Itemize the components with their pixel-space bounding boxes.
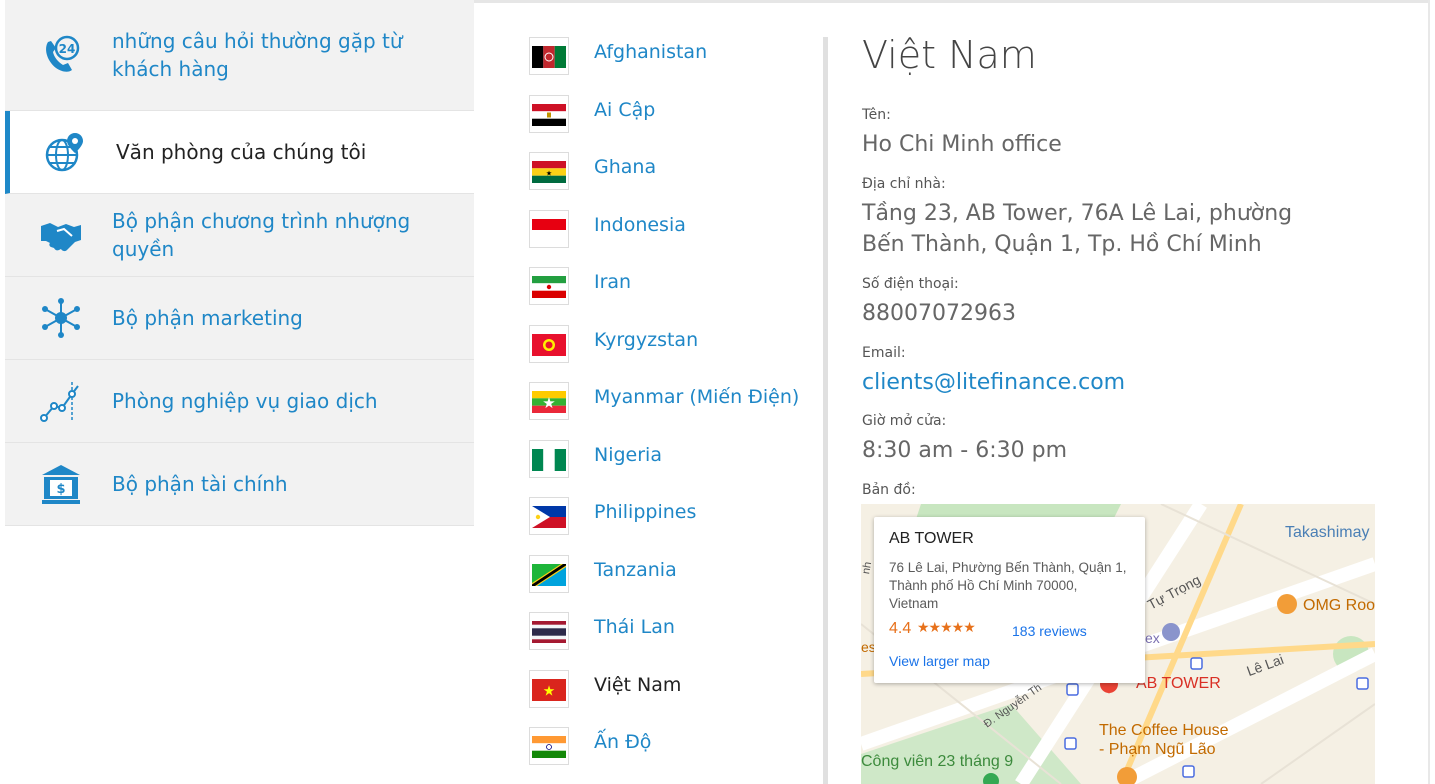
map-label-park: Công viên 23 tháng 9 bbox=[861, 753, 1014, 770]
country-item-vietnam[interactable]: ★ Việt Nam bbox=[528, 670, 818, 708]
flag-thailand-icon bbox=[529, 612, 569, 650]
map-label-coffee-line1: The Coffee House bbox=[1099, 722, 1229, 739]
country-name: Iran bbox=[594, 271, 632, 293]
flag-vietnam-icon: ★ bbox=[529, 670, 569, 708]
phone-24-icon: 24 bbox=[46, 35, 80, 72]
flag-ghana-icon: ★ bbox=[529, 152, 569, 190]
country-name: Tanzania bbox=[594, 559, 677, 581]
country-item-thailand[interactable]: Thái Lan bbox=[528, 612, 818, 650]
popup-title: AB TOWER bbox=[889, 530, 974, 547]
map-label: Bản đồ: bbox=[862, 482, 916, 498]
country-item-kyrgyzstan[interactable]: Kyrgyzstan bbox=[528, 325, 818, 363]
svg-text:★: ★ bbox=[546, 170, 552, 178]
view-larger-map-link[interactable]: View larger map bbox=[889, 653, 990, 669]
hours-label: Giờ mở cửa: bbox=[862, 413, 947, 429]
country-name: Kyrgyzstan bbox=[594, 329, 699, 351]
office-address: Tầng 23, AB Tower, 76A Lê Lai, phường Bế… bbox=[862, 201, 1293, 257]
sidebar-item-label: những câu hỏi thường gặp từ khách hàng bbox=[112, 29, 403, 81]
sidebar-item-finance[interactable]: $ Bộ phận tài chính bbox=[5, 443, 474, 526]
handshake-icon bbox=[41, 223, 81, 252]
name-label: Tên: bbox=[862, 107, 891, 123]
chart-line-icon bbox=[40, 382, 79, 422]
department-sidebar: 24 những câu hỏi thường gặp từ khách hàn… bbox=[5, 0, 474, 526]
office-map[interactable]: Takashimay Tự Trọng OMG Roo Lê Lai AB TO… bbox=[861, 504, 1375, 784]
flag-egypt-icon bbox=[529, 95, 569, 133]
sidebar-item-trading[interactable]: Phòng nghiệp vụ giao dịch bbox=[5, 360, 474, 443]
country-item-philippines[interactable]: Philippines bbox=[528, 497, 818, 535]
sidebar-item-faq[interactable]: 24 những câu hỏi thường gặp từ khách hàn… bbox=[5, 0, 474, 111]
flag-indonesia-icon bbox=[529, 210, 569, 248]
country-item-tanzania[interactable]: Tanzania bbox=[528, 555, 818, 593]
country-item-myanmar[interactable]: ★ Myanmar (Miến Điện) bbox=[528, 382, 818, 420]
sidebar-item-label: Bộ phận tài chính bbox=[112, 472, 288, 496]
flag-afghanistan-icon bbox=[529, 37, 569, 75]
country-item-afghanistan[interactable]: Afghanistan bbox=[528, 37, 818, 75]
map-label-coffee-line2: - Phạm Ngũ Lão bbox=[1099, 741, 1216, 758]
phone-label: Số điện thoại: bbox=[862, 276, 959, 292]
country-name: Ấn Độ bbox=[594, 731, 652, 753]
flag-myanmar-icon: ★ bbox=[529, 382, 569, 420]
map-info-popup: AB TOWER 76 Lê Lai, Phường Bến Thành, Qu… bbox=[874, 517, 1145, 683]
office-name: Ho Chi Minh office bbox=[862, 132, 1062, 157]
country-name: Ghana bbox=[594, 156, 657, 178]
popup-address: 76 Lê Lai, Phường Bến Thành, Quận 1, Thà… bbox=[889, 560, 1127, 611]
office-email-link[interactable]: clients@litefinance.com bbox=[862, 367, 1382, 398]
flag-nigeria-icon bbox=[529, 440, 569, 478]
sidebar-item-label: Bộ phận marketing bbox=[112, 306, 303, 330]
map-label-ab-tower: AB TOWER bbox=[1136, 675, 1221, 692]
globe-pin-icon bbox=[45, 133, 83, 172]
country-name: Myanmar (Miến Điện) bbox=[594, 386, 800, 408]
sidebar-item-offices[interactable]: Văn phòng của chúng tôi bbox=[5, 111, 474, 194]
country-name: Thái Lan bbox=[594, 616, 675, 638]
sidebar-item-label: Phòng nghiệp vụ giao dịch bbox=[112, 389, 378, 413]
sidebar-item-label: Bộ phận chương trình nhượng quyền bbox=[112, 209, 411, 261]
flag-philippines-icon bbox=[529, 497, 569, 535]
network-icon bbox=[42, 298, 80, 338]
map-label-omg: OMG Roo bbox=[1303, 597, 1375, 614]
flag-tanzania-icon bbox=[529, 555, 569, 593]
map-label-nh: nh bbox=[861, 560, 875, 576]
flag-india-icon bbox=[529, 727, 569, 765]
country-name: Việt Nam bbox=[594, 674, 682, 696]
country-name: Ai Cập bbox=[594, 99, 656, 121]
office-hours: 8:30 am - 6:30 pm bbox=[862, 438, 1068, 463]
country-name: Nigeria bbox=[594, 444, 662, 466]
map-label-takashimaya: Takashimay bbox=[1285, 524, 1370, 541]
map-label-ex: ex bbox=[1145, 630, 1160, 646]
email-label: Email: bbox=[862, 345, 906, 361]
country-item-india[interactable]: Ấn Độ bbox=[528, 727, 818, 765]
sidebar-item-label: Văn phòng của chúng tôi bbox=[116, 140, 367, 164]
country-title: Việt Nam bbox=[862, 33, 1037, 77]
country-item-indonesia[interactable]: Indonesia bbox=[528, 210, 818, 248]
country-name: Indonesia bbox=[594, 214, 686, 236]
column-divider bbox=[823, 37, 828, 784]
country-item-iran[interactable]: Iran bbox=[528, 267, 818, 305]
country-name: Philippines bbox=[594, 501, 697, 523]
address-label: Địa chỉ nhà: bbox=[862, 176, 946, 192]
country-item-ghana[interactable]: ★ Ghana bbox=[528, 152, 818, 190]
bank-icon: $ bbox=[42, 465, 80, 504]
flag-kyrgyzstan-icon bbox=[529, 325, 569, 363]
country-item-nigeria[interactable]: Nigeria bbox=[528, 440, 818, 478]
flag-iran-icon bbox=[529, 267, 569, 305]
rating-stars-icon: ★★★★★ bbox=[917, 620, 976, 636]
country-item-egypt[interactable]: Ai Cập bbox=[528, 95, 818, 133]
top-border bbox=[474, 0, 1429, 3]
svg-text:24: 24 bbox=[59, 42, 76, 56]
popup-reviews-link[interactable]: 183 reviews bbox=[1012, 623, 1087, 639]
svg-text:★: ★ bbox=[542, 394, 555, 412]
sidebar-item-franchise[interactable]: Bộ phận chương trình nhượng quyền bbox=[5, 194, 474, 277]
right-border bbox=[1428, 0, 1430, 784]
country-name: Afghanistan bbox=[594, 41, 708, 63]
svg-text:$: $ bbox=[56, 482, 65, 497]
sidebar-item-marketing[interactable]: Bộ phận marketing bbox=[5, 277, 474, 360]
popup-rating: 4.4 bbox=[889, 620, 912, 637]
svg-text:★: ★ bbox=[543, 684, 556, 700]
office-phone: 88007072963 bbox=[862, 301, 1016, 326]
